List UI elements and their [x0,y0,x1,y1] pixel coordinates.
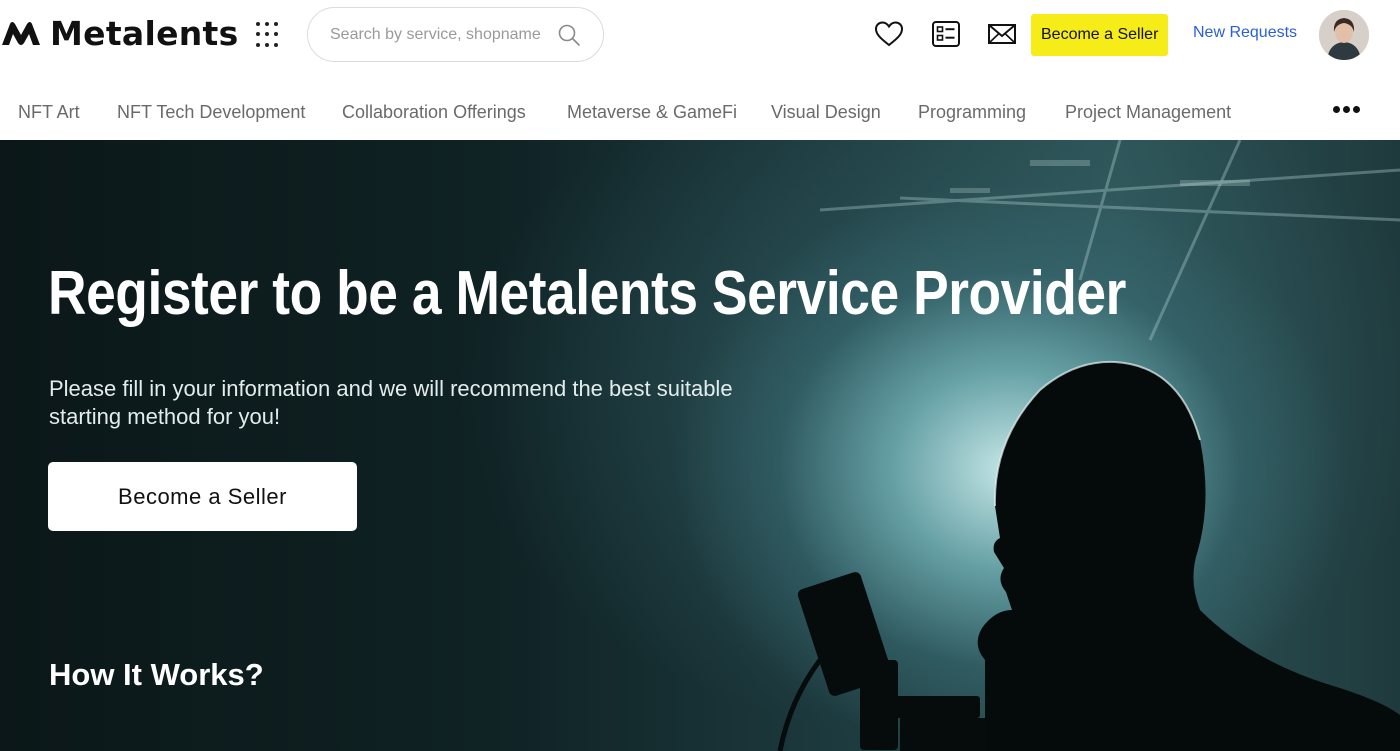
category-nav: NFT Art NFT Tech Development Collaborati… [0,86,1400,140]
category-nft-art[interactable]: NFT Art [18,102,80,123]
user-avatar[interactable] [1319,10,1369,60]
site-logo[interactable]: Metalents [0,13,239,53]
category-programming[interactable]: Programming [918,102,1026,123]
search-bar [307,7,604,62]
metalents-logo-icon [2,22,40,45]
category-metaverse-gamefi[interactable]: Metaverse & GameFi [567,102,737,123]
heart-icon[interactable] [874,20,904,48]
avatar-photo [1319,10,1369,60]
search-icon[interactable] [557,23,581,47]
top-header: Metalents Become a Seller New Requests [0,0,1400,70]
category-collaboration-offerings[interactable]: Collaboration Offerings [342,102,526,123]
hero-subtitle: Please fill in your information and we w… [49,376,733,429]
new-requests-link[interactable]: New Requests [1193,24,1297,42]
category-project-management[interactable]: Project Management [1065,102,1231,123]
apps-grid-icon[interactable] [256,22,282,48]
hero-banner: Register to be a Metalents Service Provi… [0,140,1400,751]
mail-icon[interactable] [987,20,1017,48]
more-categories-icon[interactable] [1333,106,1360,113]
logo-text: Metalents [50,13,239,53]
category-visual-design[interactable]: Visual Design [771,102,881,123]
search-input[interactable] [330,25,545,44]
become-seller-hero-button[interactable]: Become a Seller [48,462,357,531]
how-it-works-heading: How It Works? [49,657,264,692]
order-list-icon[interactable] [931,20,961,48]
hero-title: Register to be a Metalents Service Provi… [48,259,1126,328]
become-seller-header-button[interactable]: Become a Seller [1031,14,1169,56]
category-nft-tech-development[interactable]: NFT Tech Development [117,102,305,123]
